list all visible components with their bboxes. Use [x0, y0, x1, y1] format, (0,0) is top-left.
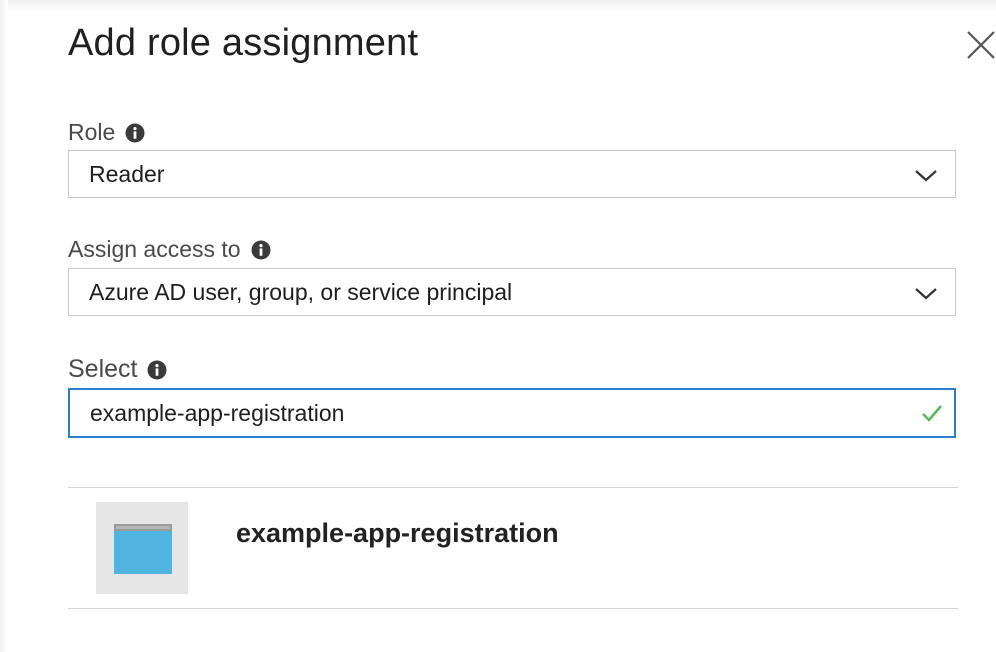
assign-access-label-row: Assign access to — [68, 236, 271, 263]
select-label: Select — [68, 355, 138, 383]
list-item[interactable]: example-app-registration — [68, 488, 958, 608]
top-shadow — [0, 0, 996, 12]
assign-access-value: Azure AD user, group, or service princip… — [89, 278, 513, 305]
select-input-value: example-app-registration — [90, 399, 345, 426]
app-tile — [96, 502, 188, 594]
assign-access-label: Assign access to — [68, 236, 241, 262]
checkmark-icon — [922, 405, 942, 422]
info-icon[interactable] — [251, 240, 271, 260]
chevron-down-icon — [915, 170, 937, 182]
dialog-title: Add role assignment — [68, 22, 419, 64]
close-button[interactable] — [962, 28, 996, 62]
select-search-input[interactable]: example-app-registration — [68, 388, 956, 438]
info-icon[interactable] — [125, 123, 145, 143]
role-dropdown[interactable]: Reader — [68, 150, 956, 198]
chevron-down-icon — [915, 288, 937, 300]
close-icon — [967, 31, 995, 59]
role-label-row: Role — [68, 119, 145, 146]
results-bottom-divider — [68, 608, 958, 609]
add-role-assignment-dialog: Add role assignment Role Reader Assign a… — [0, 0, 996, 652]
result-name: example-app-registration — [236, 518, 559, 548]
assign-access-dropdown[interactable]: Azure AD user, group, or service princip… — [68, 268, 956, 316]
info-icon[interactable] — [147, 360, 167, 380]
app-registration-icon — [114, 524, 172, 574]
role-label: Role — [68, 119, 116, 145]
role-value: Reader — [89, 160, 165, 187]
select-label-row: Select — [68, 355, 167, 384]
left-shadow — [0, 0, 8, 652]
